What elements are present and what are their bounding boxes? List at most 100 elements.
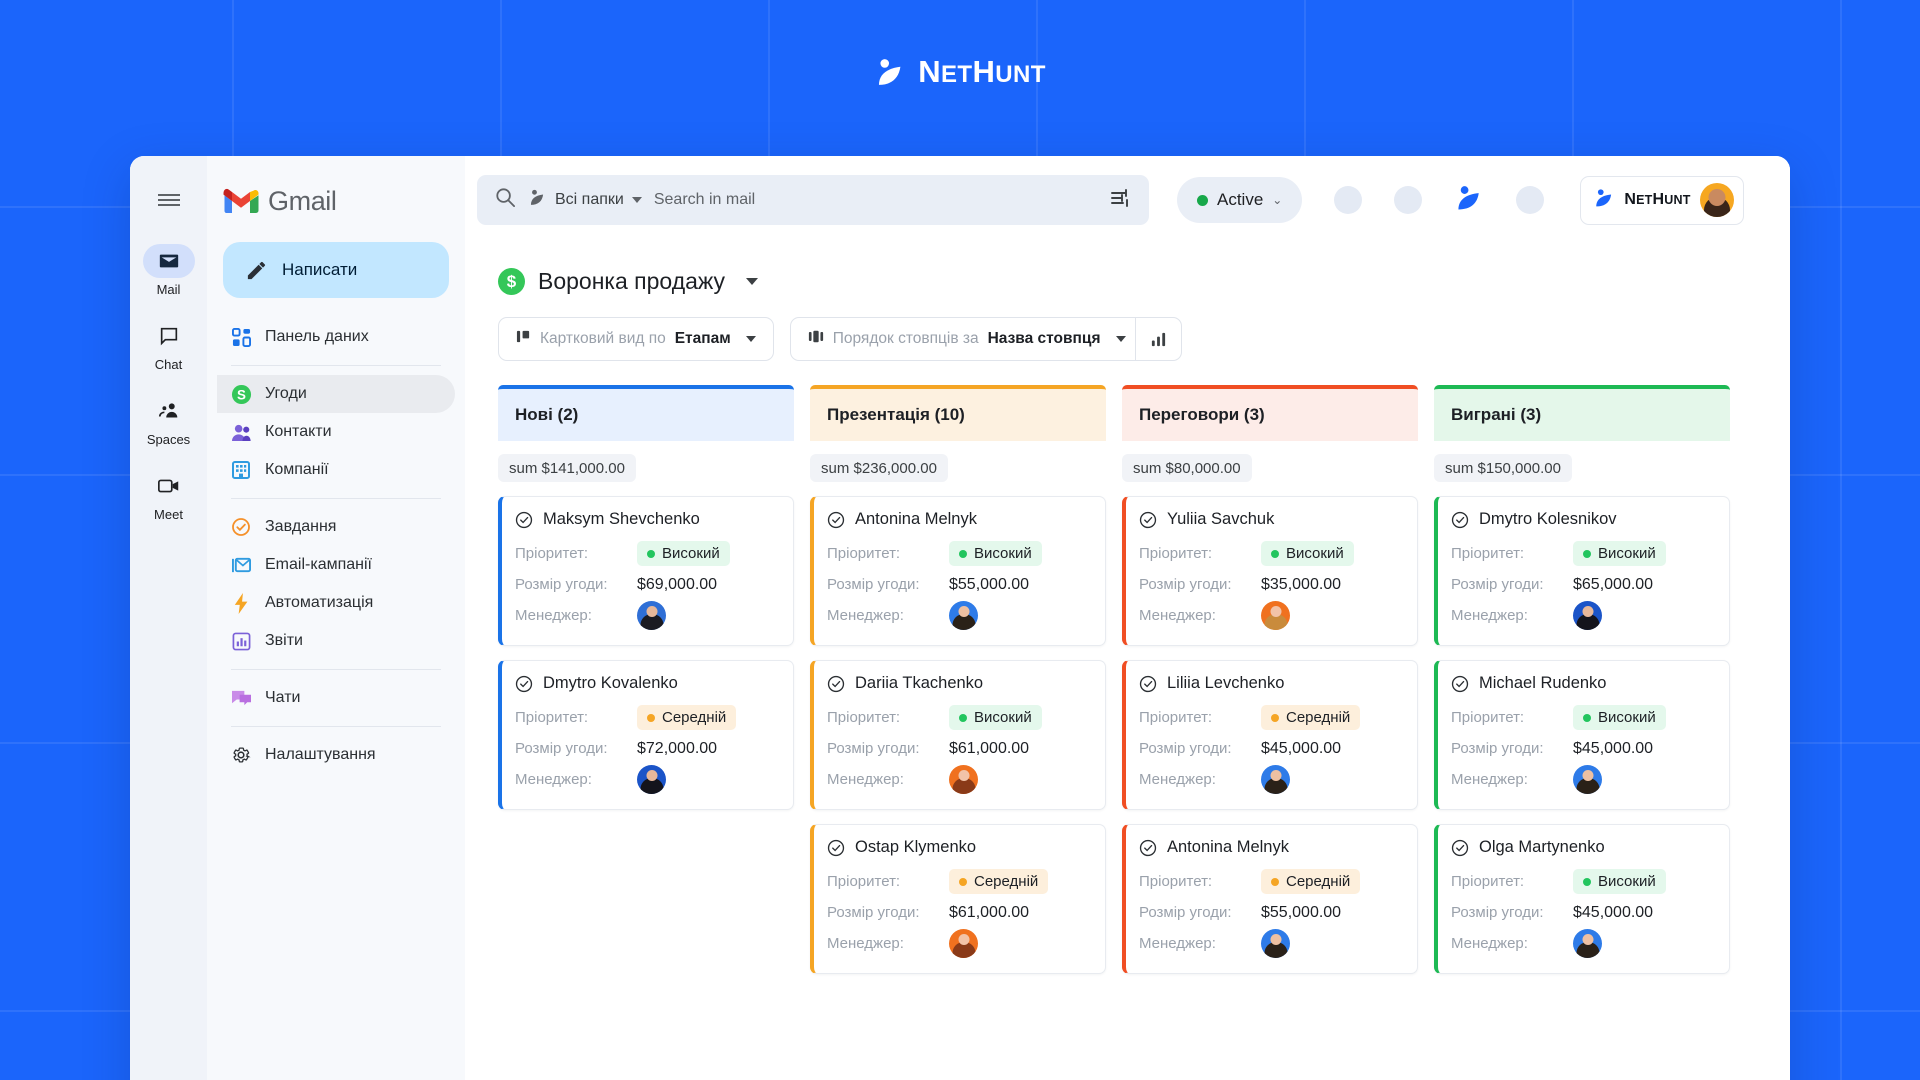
deal-priority-label: Пріоритет: xyxy=(1139,873,1213,890)
sidebar-divider xyxy=(231,365,441,366)
deal-amount-label: Розмір угоди: xyxy=(1139,576,1232,593)
column-header[interactable]: Виграні (3) xyxy=(1434,385,1730,441)
column-sum: sum $80,000.00 xyxy=(1122,454,1252,482)
google-apps-rail: Mail Chat Spaces Meet xyxy=(130,156,207,1080)
priority-dot-icon xyxy=(647,549,655,558)
manager-avatar[interactable] xyxy=(637,601,666,630)
column-order-filter[interactable]: Порядок стовпців за Назва стовпця xyxy=(789,317,1182,361)
deal-amount-row: Розмір угоди: $45,000.00 xyxy=(1451,733,1714,764)
sidebar-item-reports[interactable]: Звіти xyxy=(217,622,455,660)
mail-icon xyxy=(142,244,195,278)
nethunt-logo: NETHUNT xyxy=(0,54,1920,90)
sidebar-divider xyxy=(231,669,441,670)
avatar[interactable] xyxy=(1699,183,1734,217)
top-toolbar: Всі папки Search in mail Active ⌄ NETHUN… xyxy=(465,156,1790,244)
deal-amount-label: Розмір угоди: xyxy=(827,740,920,757)
chevron-down-icon xyxy=(746,278,759,285)
deal-card[interactable]: Antonina Melnyk Пріоритет: Високий Розмір у… xyxy=(810,496,1106,646)
deal-amount-label: Розмір угоди: xyxy=(515,576,608,593)
deal-card[interactable]: Yuliia Savchuk Пріоритет: Високий Розмір уг… xyxy=(1122,496,1418,646)
gmail-logo: Gmail xyxy=(207,172,465,220)
sidebar-item-tasks[interactable]: Завдання xyxy=(217,508,455,546)
deal-card[interactable]: Maksym Shevchenko Пріоритет: Високий Розмір… xyxy=(498,496,794,646)
deal-priority-label: Пріоритет: xyxy=(827,545,901,562)
deal-priority-label: Пріоритет: xyxy=(1139,709,1213,726)
status-badge[interactable]: Active ⌄ xyxy=(1177,177,1303,223)
manager-avatar[interactable] xyxy=(949,601,978,630)
deal-manager-label: Менеджер: xyxy=(827,771,904,788)
search-input-placeholder[interactable]: Search in mail xyxy=(654,191,1097,209)
deal-card[interactable]: Antonina Melnyk Пріоритет: Середній Розмір … xyxy=(1122,824,1418,974)
nethunt-icon[interactable] xyxy=(1454,183,1484,218)
sidebar-item-dashboard[interactable]: Панель даних xyxy=(217,318,455,356)
pencil-icon xyxy=(247,261,266,279)
toolbar-placeholder-1[interactable] xyxy=(1334,186,1363,214)
deal-card[interactable]: Olga Martynenko Пріоритет: Високий Розмір у… xyxy=(1434,824,1730,974)
check-circle-icon xyxy=(1139,511,1157,528)
deal-card[interactable]: Dmytro Kovalenko Пріоритет: Середній Розмір… xyxy=(498,660,794,810)
account-chip[interactable]: NETHUNT xyxy=(1580,175,1744,225)
priority-value: Високий xyxy=(662,545,720,562)
toolbar-placeholder-3[interactable] xyxy=(1516,186,1545,214)
manager-avatar[interactable] xyxy=(949,765,978,794)
sidebar-item-deals[interactable]: S Угоди xyxy=(217,375,455,413)
spaces-icon xyxy=(143,394,195,428)
manager-avatar[interactable] xyxy=(1573,929,1602,958)
deal-card[interactable]: Dariia Tkachenko Пріоритет: Високий Розмір … xyxy=(810,660,1106,810)
sidebar-item-automation[interactable]: Автоматизація xyxy=(217,584,455,622)
check-circle-icon xyxy=(827,511,845,528)
card-view-filter[interactable]: Картковий вид по Етапам xyxy=(498,317,774,361)
sidebar-label-tasks: Завдання xyxy=(265,518,337,535)
manager-avatar[interactable] xyxy=(949,929,978,958)
chevron-down-icon xyxy=(1115,336,1126,342)
column-header[interactable]: Презентація (10) xyxy=(810,385,1106,441)
menu-icon[interactable] xyxy=(147,178,191,222)
deal-priority-row: Пріоритет: Високий xyxy=(827,538,1090,569)
deal-priority-label: Пріоритет: xyxy=(515,709,589,726)
rail-item-chat[interactable]: Chat xyxy=(130,319,207,372)
deal-amount-row: Розмір угоди: $55,000.00 xyxy=(827,569,1090,600)
sidebar-item-email-campaigns[interactable]: Email-кампанії xyxy=(217,546,455,584)
nethunt-mark-icon xyxy=(1593,187,1615,214)
manager-avatar[interactable] xyxy=(1573,601,1602,630)
rail-item-mail[interactable]: Mail xyxy=(130,244,207,297)
deal-amount-value: $35,000.00 xyxy=(1261,575,1342,593)
rail-item-spaces[interactable]: Spaces xyxy=(130,394,207,447)
priority-badge: Високий xyxy=(637,541,730,566)
deal-card[interactable]: Michael Rudenko Пріоритет: Високий Розмір у… xyxy=(1434,660,1730,810)
search-folder-selector[interactable]: Всі папки xyxy=(528,188,642,212)
deal-card[interactable]: Dmytro Kolesnikov Пріоритет: Високий Розмір… xyxy=(1434,496,1730,646)
pipeline-header[interactable]: $ Воронка продажу xyxy=(487,258,1790,295)
column-header[interactable]: Переговори (3) xyxy=(1122,385,1418,441)
deal-amount-label: Розмір угоди: xyxy=(1139,740,1232,757)
manager-avatar[interactable] xyxy=(637,765,666,794)
deal-card[interactable]: Ostap Klymenko Пріоритет: Середній Розмір у… xyxy=(810,824,1106,974)
manager-avatar[interactable] xyxy=(1573,765,1602,794)
sidebar-item-contacts[interactable]: Контакти xyxy=(217,413,455,451)
chart-toggle-button[interactable] xyxy=(1134,318,1181,360)
deal-name: Dmytro Kovalenko xyxy=(543,674,678,692)
deal-amount-label: Розмір угоди: xyxy=(827,904,920,921)
deal-manager-row: Менеджер: xyxy=(827,764,1090,795)
column-header[interactable]: Нові (2) xyxy=(498,385,794,441)
sidebar-item-companies[interactable]: Компанії xyxy=(217,451,455,489)
bar-chart-icon xyxy=(1151,332,1165,346)
search-bar[interactable]: Всі папки Search in mail xyxy=(477,175,1149,225)
sidebar-item-chats[interactable]: Чати xyxy=(217,679,455,717)
tune-icon[interactable] xyxy=(1109,187,1131,214)
manager-avatar[interactable] xyxy=(1261,765,1290,794)
search-folder-label: Всі папки xyxy=(555,191,624,208)
manager-avatar[interactable] xyxy=(1261,929,1290,958)
toolbar-placeholder-2[interactable] xyxy=(1394,186,1423,214)
deal-amount-value: $45,000.00 xyxy=(1573,739,1654,757)
deal-manager-row: Менеджер: xyxy=(1451,764,1714,795)
deal-card[interactable]: Liliia Levchenko Пріоритет: Середній Розмір… xyxy=(1122,660,1418,810)
sidebar-label-chats: Чати xyxy=(265,689,301,706)
rail-item-meet[interactable]: Meet xyxy=(130,469,207,522)
sidebar-item-settings[interactable]: Налаштування xyxy=(217,736,455,774)
main-area: Всі папки Search in mail Active ⌄ NETHUN… xyxy=(465,156,1790,1080)
manager-avatar[interactable] xyxy=(1261,601,1290,630)
deal-card-title: Maksym Shevchenko xyxy=(515,510,778,529)
compose-button[interactable]: Написати xyxy=(223,242,449,298)
deal-priority-row: Пріоритет: Високий xyxy=(515,538,778,569)
